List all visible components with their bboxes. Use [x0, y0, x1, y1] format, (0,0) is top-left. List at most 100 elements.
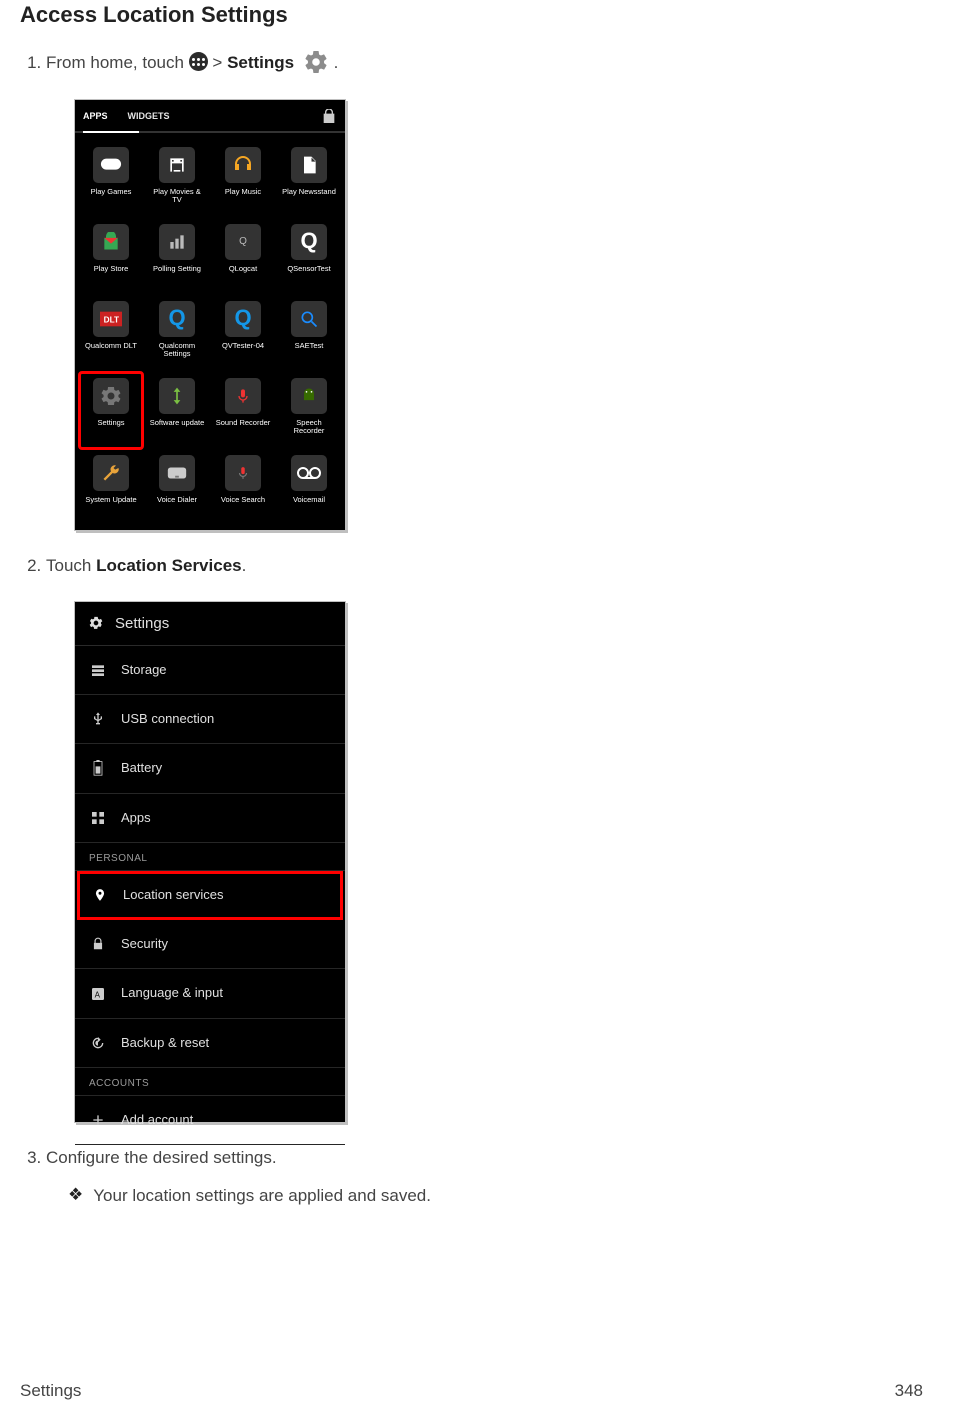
- app-icon: [291, 378, 327, 414]
- settings-header-label: Settings: [115, 612, 169, 635]
- app-icon: [225, 378, 261, 414]
- app-label: Play Newsstand: [282, 188, 336, 206]
- usb-icon: [89, 710, 107, 728]
- tab-widgets[interactable]: WIDGETS: [128, 110, 170, 124]
- app-qvtester-04[interactable]: QQVTester-04: [211, 295, 275, 372]
- step1-separator: >: [212, 53, 227, 72]
- lock-icon: [89, 935, 107, 953]
- svg-text:DLT: DLT: [104, 315, 119, 324]
- footer-section: Settings: [20, 1381, 81, 1401]
- settings-header: Settings: [75, 602, 345, 646]
- app-polling-setting[interactable]: Polling Setting: [145, 218, 209, 295]
- footer-page: 348: [895, 1381, 923, 1401]
- step-3: Configure the desired settings. ❖ Your lo…: [46, 1145, 953, 1210]
- settings-row-location-services[interactable]: Location services: [77, 871, 343, 920]
- app-qualcomm-dlt[interactable]: DLTQualcomm DLT: [79, 295, 143, 372]
- app-label: QVTester-04: [222, 342, 264, 360]
- app-play-games[interactable]: Play Games: [79, 141, 143, 218]
- settings-row-label: Apps: [121, 808, 151, 828]
- app-icon: [93, 378, 129, 414]
- app-icon: [291, 147, 327, 183]
- app-qsensortest[interactable]: QQSensorTest: [277, 218, 341, 295]
- step2-bold: Location Services: [96, 556, 242, 575]
- page-title: Access Location Settings: [20, 2, 953, 28]
- app-voicemail[interactable]: Voicemail: [277, 449, 341, 526]
- app-qualcomm-settings[interactable]: Q Qualcomm Settings: [145, 295, 209, 372]
- app-label: Play Music: [225, 188, 261, 206]
- app-voice-search[interactable]: Voice Search: [211, 449, 275, 526]
- settings-row-label: Language & input: [121, 983, 223, 1003]
- settings-row-label: Add account: [121, 1110, 193, 1130]
- app-icon: [93, 147, 129, 183]
- settings-row-usb-connection[interactable]: USB connection: [75, 695, 345, 744]
- settings-row-battery[interactable]: Battery: [75, 744, 345, 793]
- app-icon: [225, 147, 261, 183]
- settings-row-apps[interactable]: Apps: [75, 794, 345, 843]
- app-label: QLogcat: [229, 265, 257, 283]
- settings-row-label: Storage: [121, 660, 167, 680]
- app-icon: [93, 455, 129, 491]
- app-label: Sound Recorder: [216, 419, 271, 437]
- location-icon: [91, 886, 109, 904]
- backup-icon: [89, 1034, 107, 1052]
- section-accounts: ACCOUNTS: [75, 1068, 345, 1097]
- app-label: Polling Setting: [153, 265, 201, 283]
- apps-drawer-icon: [189, 52, 208, 71]
- app-voice-dialer[interactable]: Voice Dialer: [145, 449, 209, 526]
- app-label: SAETest: [295, 342, 324, 360]
- app-label: Settings: [97, 419, 124, 437]
- settings-row-label: Location services: [123, 885, 223, 905]
- battery-icon: [89, 759, 107, 777]
- result-text: Your location settings are applied and s…: [93, 1186, 431, 1205]
- svg-text:A: A: [95, 990, 101, 999]
- app-icon: Q: [159, 301, 195, 337]
- diamond-bullet-icon: ❖: [68, 1182, 83, 1208]
- app-label: QSensorTest: [287, 265, 330, 283]
- app-icon: [291, 455, 327, 491]
- app-label: System Update: [85, 496, 136, 514]
- step2-suffix: .: [242, 556, 247, 575]
- app-label: Qualcomm Settings: [148, 342, 206, 360]
- settings-row-storage[interactable]: Storage: [75, 646, 345, 695]
- app-label: Play Games: [91, 188, 132, 206]
- step1-settings-word: Settings: [227, 53, 294, 72]
- app-play-store[interactable]: Play Store: [79, 218, 143, 295]
- step2-prefix: Touch: [46, 556, 96, 575]
- settings-row-label: Battery: [121, 758, 162, 778]
- section-personal: PERSONAL: [75, 843, 345, 872]
- app-icon: Q: [225, 224, 261, 260]
- app-icon: [159, 147, 195, 183]
- app-label: Play Movies & TV: [148, 188, 206, 206]
- app-icon: [225, 455, 261, 491]
- settings-row-add-account[interactable]: Add account: [75, 1096, 345, 1145]
- app-settings[interactable]: Settings: [79, 372, 143, 449]
- gear-icon: [87, 614, 105, 632]
- app-icon: [93, 224, 129, 260]
- app-saetest[interactable]: SAETest: [277, 295, 341, 372]
- app-icon: [159, 378, 195, 414]
- settings-row-language-input[interactable]: A Language & input: [75, 969, 345, 1018]
- step1-suffix: .: [334, 53, 339, 72]
- app-speech-recorder[interactable]: Speech Recorder: [277, 372, 341, 449]
- settings-row-backup-reset[interactable]: Backup & reset: [75, 1019, 345, 1068]
- tab-apps[interactable]: APPS: [83, 110, 108, 124]
- settings-row-security[interactable]: Security: [75, 920, 345, 969]
- app-label: Speech Recorder: [280, 419, 338, 437]
- app-sound-recorder[interactable]: Sound Recorder: [211, 372, 275, 449]
- play-store-shortcut-icon[interactable]: [321, 109, 337, 125]
- app-play-music[interactable]: Play Music: [211, 141, 275, 218]
- app-system-update[interactable]: System Update: [79, 449, 143, 526]
- step3-text: Configure the desired settings.: [46, 1148, 277, 1167]
- screenshot-settings-list: Settings Storage USB connection Battery App…: [74, 601, 346, 1123]
- app-icon: DLT: [93, 301, 129, 337]
- app-software-update[interactable]: Software update: [145, 372, 209, 449]
- step1-prefix: From home, touch: [46, 53, 189, 72]
- app-play-newsstand[interactable]: Play Newsstand: [277, 141, 341, 218]
- step-2: Touch Location Services. Settings Storag…: [46, 553, 953, 1123]
- settings-row-label: USB connection: [121, 709, 214, 729]
- lang-icon: A: [89, 985, 107, 1003]
- settings-row-label: Backup & reset: [121, 1033, 209, 1053]
- app-qlogcat[interactable]: Q QLogcat: [211, 218, 275, 295]
- app-play-movies-tv[interactable]: Play Movies & TV: [145, 141, 209, 218]
- settings-row-label: Security: [121, 934, 168, 954]
